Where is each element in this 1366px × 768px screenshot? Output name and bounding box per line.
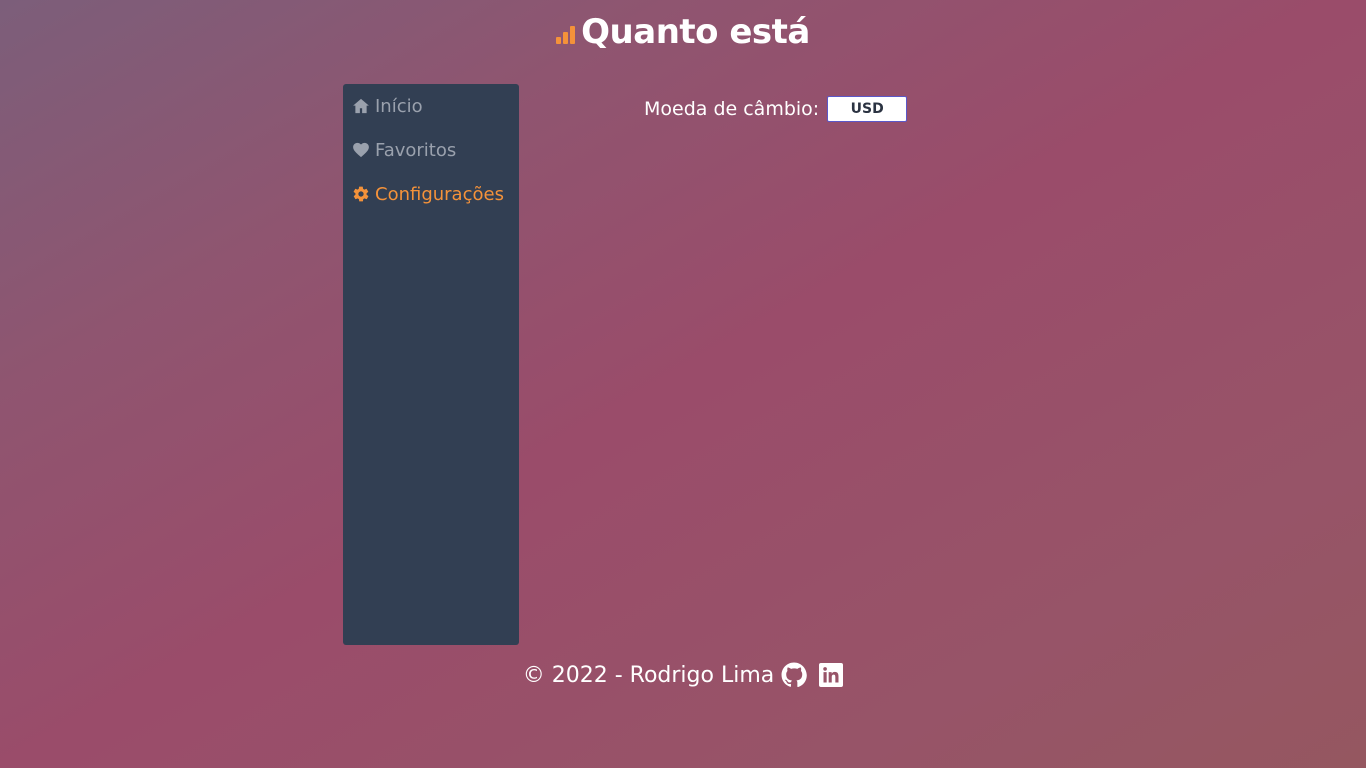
copyright-text: © 2022 - Rodrigo Lima — [522, 662, 775, 688]
github-icon[interactable] — [781, 662, 808, 688]
sidebar-item-favoritos[interactable]: Favoritos — [343, 128, 519, 172]
app-title: Quanto está — [581, 12, 810, 52]
heart-icon — [352, 141, 370, 159]
sidebar-item-label: Favoritos — [375, 139, 457, 161]
home-icon — [352, 97, 370, 115]
sidebar-item-label: Configurações — [375, 183, 504, 205]
linkedin-icon[interactable] — [819, 663, 844, 687]
currency-select[interactable]: USD — [827, 96, 908, 122]
gear-icon — [352, 185, 370, 203]
sidebar: Início Favoritos Configurações — [343, 84, 519, 645]
currency-label: Moeda de câmbio: — [644, 98, 820, 120]
footer: © 2022 - Rodrigo Lima — [0, 662, 1366, 688]
sidebar-item-inicio[interactable]: Início — [343, 84, 519, 128]
sidebar-item-configuracoes[interactable]: Configurações — [343, 172, 519, 216]
sidebar-item-label: Início — [375, 95, 423, 117]
bar-chart-icon — [556, 26, 576, 44]
settings-panel: Moeda de câmbio: USD — [644, 96, 908, 122]
app-header: Quanto está — [0, 12, 1366, 52]
